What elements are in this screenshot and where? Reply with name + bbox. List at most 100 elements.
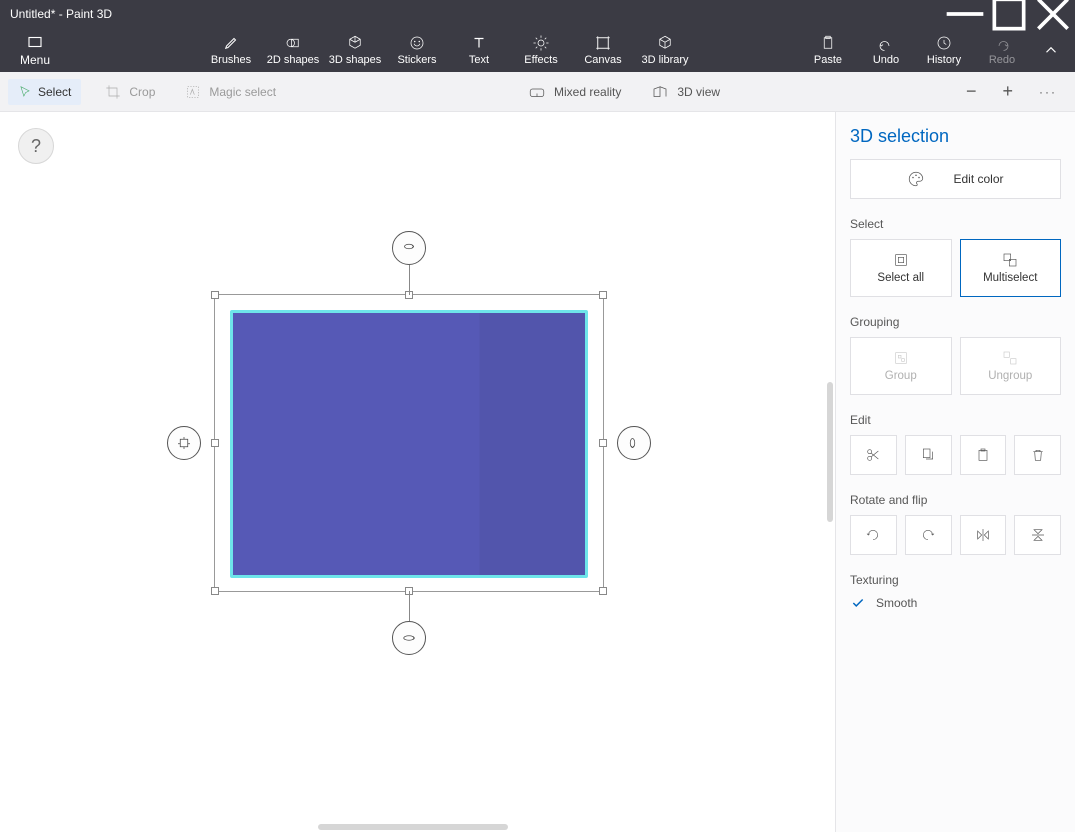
multiselect-icon bbox=[1002, 252, 1018, 268]
tool-effects[interactable]: Effects bbox=[510, 28, 572, 72]
mixed-reality-button[interactable]: Mixed reality bbox=[528, 83, 621, 101]
tool-canvas[interactable]: Canvas bbox=[572, 28, 634, 72]
flip-h-icon bbox=[975, 527, 991, 543]
grouping-section-label: Grouping bbox=[850, 315, 1061, 329]
minimize-button[interactable] bbox=[943, 0, 987, 28]
rotate-z-gizmo[interactable] bbox=[392, 621, 426, 655]
edit-color-button[interactable]: Edit color bbox=[850, 159, 1061, 199]
tool-brushes[interactable]: Brushes bbox=[200, 28, 262, 72]
window-controls bbox=[943, 0, 1075, 28]
mixed-reality-icon bbox=[528, 83, 546, 101]
tool-label: Stickers bbox=[397, 54, 436, 66]
cursor-icon bbox=[18, 85, 32, 99]
tool-2d-shapes[interactable]: 2D shapes bbox=[262, 28, 324, 72]
rotate-flip-section-label: Rotate and flip bbox=[850, 493, 1061, 507]
palette-icon bbox=[907, 170, 925, 188]
rotate-ccw-icon bbox=[865, 527, 881, 543]
selection-bounds[interactable] bbox=[214, 294, 604, 592]
tool-text[interactable]: Text bbox=[448, 28, 510, 72]
depth-gizmo[interactable] bbox=[167, 426, 201, 460]
horizontal-scrollbar[interactable] bbox=[318, 824, 508, 830]
3d-view-button[interactable]: 3D view bbox=[651, 83, 720, 101]
crop-tool[interactable]: Crop bbox=[99, 78, 161, 106]
paste-icon bbox=[975, 447, 991, 463]
select-section-label: Select bbox=[850, 217, 1061, 231]
select-all-icon bbox=[893, 252, 909, 268]
multiselect-label: Multiselect bbox=[983, 272, 1037, 284]
trash-icon bbox=[1030, 447, 1046, 463]
close-button[interactable] bbox=[1031, 0, 1075, 28]
tool-label: Canvas bbox=[584, 54, 621, 66]
paste-label: Paste bbox=[814, 54, 842, 66]
texturing-section-label: Texturing bbox=[850, 573, 1061, 587]
maximize-button[interactable] bbox=[987, 0, 1031, 28]
ungroup-button: Ungroup bbox=[960, 337, 1062, 395]
tool-label: Text bbox=[469, 54, 489, 66]
subtoolbar: Select Crop Magic select Mixed reality 3… bbox=[0, 72, 1075, 112]
tool-3d-library[interactable]: 3D library bbox=[634, 28, 696, 72]
ribbon: Menu Brushes 2D shapes 3D shapes Sticker… bbox=[0, 28, 1075, 72]
group-label: Group bbox=[885, 370, 917, 382]
rotate-cw-icon bbox=[920, 527, 936, 543]
history-button[interactable]: History bbox=[915, 28, 973, 72]
tool-3d-shapes[interactable]: 3D shapes bbox=[324, 28, 386, 72]
redo-button[interactable]: Redo bbox=[973, 28, 1031, 72]
more-button[interactable]: ··· bbox=[1039, 85, 1057, 99]
cube-3d-object[interactable] bbox=[230, 310, 588, 578]
delete-button[interactable] bbox=[1014, 435, 1061, 475]
window-title: Untitled* - Paint 3D bbox=[10, 7, 943, 21]
workarea: ? 3D selection Edit color Select bbox=[0, 112, 1075, 832]
zoom-in-button[interactable]: + bbox=[1002, 81, 1013, 102]
expand-ribbon-button[interactable] bbox=[1031, 28, 1071, 72]
resize-handle[interactable] bbox=[599, 439, 607, 447]
magic-select-label: Magic select bbox=[209, 85, 276, 99]
3d-view-label: 3D view bbox=[677, 85, 720, 99]
resize-handle[interactable] bbox=[599, 587, 607, 595]
resize-handle[interactable] bbox=[599, 291, 607, 299]
tool-label: Brushes bbox=[211, 54, 251, 66]
redo-label: Redo bbox=[989, 54, 1015, 66]
resize-handle[interactable] bbox=[211, 439, 219, 447]
tool-label: 3D shapes bbox=[329, 54, 382, 66]
flip-vertical-button[interactable] bbox=[1014, 515, 1061, 555]
copy-button[interactable] bbox=[905, 435, 952, 475]
rotate-ccw-button[interactable] bbox=[850, 515, 897, 555]
smooth-checkbox[interactable]: Smooth bbox=[850, 595, 1061, 611]
magic-select-icon bbox=[185, 84, 201, 100]
panel-heading: 3D selection bbox=[850, 126, 1061, 147]
3d-view-icon bbox=[651, 83, 669, 101]
tool-stickers[interactable]: Stickers bbox=[386, 28, 448, 72]
edit-color-label: Edit color bbox=[953, 172, 1003, 186]
rotate-cw-button[interactable] bbox=[905, 515, 952, 555]
paste-panel-button[interactable] bbox=[960, 435, 1007, 475]
flip-horizontal-button[interactable] bbox=[960, 515, 1007, 555]
undo-button[interactable]: Undo bbox=[857, 28, 915, 72]
crop-label: Crop bbox=[129, 85, 155, 99]
ungroup-icon bbox=[1002, 350, 1018, 366]
tool-label: 3D library bbox=[641, 54, 688, 66]
resize-handle[interactable] bbox=[211, 291, 219, 299]
canvas[interactable]: ? bbox=[0, 112, 835, 832]
tool-label: 2D shapes bbox=[267, 54, 320, 66]
rotate-x-gizmo[interactable] bbox=[392, 231, 426, 265]
paste-button[interactable]: Paste bbox=[799, 28, 857, 72]
select-all-button[interactable]: Select all bbox=[850, 239, 952, 297]
copy-icon bbox=[920, 447, 936, 463]
magic-select-tool[interactable]: Magic select bbox=[179, 78, 282, 106]
vertical-scrollbar[interactable] bbox=[827, 382, 833, 522]
rotate-y-gizmo[interactable] bbox=[617, 426, 651, 460]
smooth-label: Smooth bbox=[876, 596, 917, 610]
multiselect-button[interactable]: Multiselect bbox=[960, 239, 1062, 297]
group-icon bbox=[893, 350, 909, 366]
crop-icon bbox=[105, 84, 121, 100]
check-icon bbox=[850, 595, 866, 611]
select-tool[interactable]: Select bbox=[8, 79, 81, 105]
menu-button[interactable]: Menu bbox=[0, 28, 70, 72]
resize-handle[interactable] bbox=[211, 587, 219, 595]
flip-v-icon bbox=[1030, 527, 1046, 543]
cut-button[interactable] bbox=[850, 435, 897, 475]
help-icon: ? bbox=[31, 136, 41, 157]
group-button: Group bbox=[850, 337, 952, 395]
zoom-out-button[interactable]: − bbox=[966, 81, 977, 102]
help-button[interactable]: ? bbox=[18, 128, 54, 164]
